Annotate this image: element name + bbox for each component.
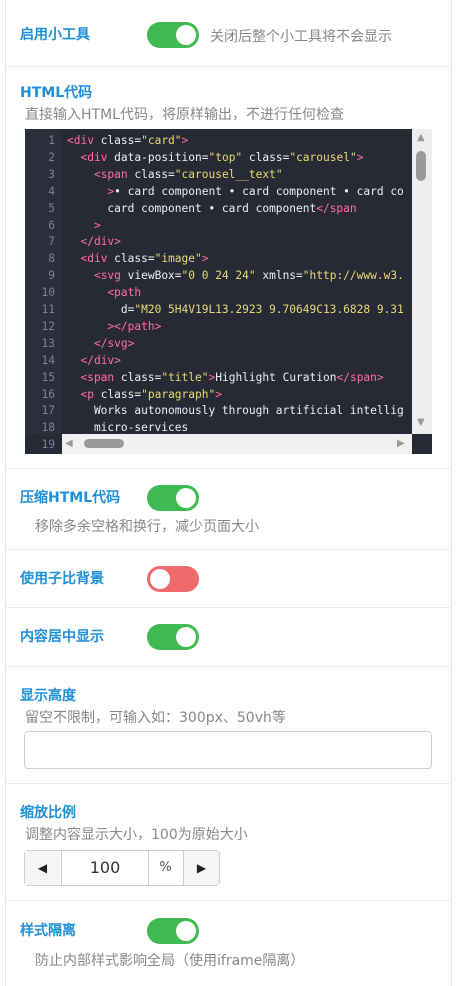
line-number: 6 [48, 218, 55, 232]
scale-stepper[interactable]: ◀ 100 % ▶ [24, 850, 220, 886]
line-number: 9 [48, 269, 55, 283]
enable-tool-title: 启用小工具 [20, 27, 90, 43]
toggle-knob [176, 25, 196, 45]
toggle-knob [176, 627, 196, 647]
section-compress [5, 468, 450, 550]
line-number: 10 [41, 286, 55, 300]
line-number: 4 [48, 184, 55, 198]
scale-title: 缩放比例 [20, 805, 76, 821]
line-number: 15 [41, 370, 55, 384]
enable-tool-toggle[interactable] [147, 22, 199, 48]
height-input[interactable] [24, 731, 432, 769]
ratio-bg-toggle[interactable] [147, 566, 199, 592]
height-title: 显示高度 [20, 688, 76, 704]
line-number: 11 [41, 303, 55, 316]
scroll-down-icon[interactable]: ▼ [417, 417, 425, 428]
code-line: <span class="title">Highlight Curation</… [80, 370, 384, 384]
line-number: 13 [41, 336, 55, 350]
code-line: <svg viewBox="0 0 24 24" xmlns="http://w… [93, 269, 404, 283]
html-code-desc: 直接输入HTML代码，将原样输出，不进行任何检查 [25, 107, 344, 123]
code-line: <span class="carousel__text" [93, 167, 283, 181]
scroll-up-icon[interactable]: ▲ [417, 132, 425, 143]
center-toggle[interactable] [147, 624, 199, 650]
code-line: >• card component • card component • car… [107, 184, 404, 198]
toggle-knob [176, 488, 196, 508]
line-number: 8 [48, 252, 55, 266]
line-number: 19 [41, 438, 55, 452]
scale-unit: % [148, 851, 184, 885]
code-line: </div> [80, 353, 121, 367]
line-number: 17 [41, 404, 55, 418]
line-number: 16 [41, 387, 55, 401]
line-number: 12 [41, 319, 55, 333]
code-line: </svg> [93, 336, 135, 350]
isolation-desc: 防止内部样式影响全局（使用iframe隔离） [35, 953, 305, 969]
scale-desc: 调整内容显示大小，100为原始大小 [25, 827, 248, 843]
code-editor[interactable]: 1 <div class="card"> 2 <div data-position=… [25, 129, 432, 454]
code-line: d="M20 5H4V19L13.2923 9.70649C13.6828 9.… [67, 303, 404, 316]
scale-value[interactable]: 100 [61, 851, 149, 885]
code-line: ></path> [107, 319, 162, 333]
ratio-bg-title: 使用子比背景 [20, 571, 104, 587]
line-number: 1 [48, 134, 55, 147]
line-number: 7 [48, 235, 55, 249]
toggle-knob [176, 921, 196, 941]
code-line: Works autonomously through artificial in… [67, 404, 404, 418]
code-line: > [93, 218, 101, 232]
line-number: 2 [48, 150, 55, 164]
code-line: <div data-position="top" class="carousel… [80, 150, 364, 164]
toggle-knob [150, 569, 170, 589]
decrease-icon[interactable]: ◀ [25, 851, 60, 885]
center-title: 内容居中显示 [20, 629, 104, 645]
line-number: 5 [48, 201, 55, 215]
scroll-right-icon[interactable]: ▶ [397, 438, 405, 449]
compress-toggle[interactable] [147, 485, 199, 511]
line-number: 18 [41, 421, 55, 435]
increase-icon[interactable]: ▶ [184, 851, 219, 885]
code-line: <div class="image"> [80, 252, 209, 266]
compress-title: 压缩HTML代码 [20, 490, 121, 506]
isolation-toggle[interactable] [147, 918, 199, 944]
horizontal-scroll-thumb[interactable] [84, 439, 124, 448]
height-desc: 留空不限制，可输入如：300px、50vh等 [25, 710, 286, 726]
horizontal-scrollbar[interactable]: ◀ ▶ [62, 434, 412, 454]
line-number: 3 [48, 167, 55, 181]
isolation-title: 样式隔离 [20, 923, 76, 939]
code-line: card component • card component</span [67, 201, 357, 215]
code-line: micro-services [67, 421, 189, 435]
code-line: <div class="card"> [67, 134, 189, 147]
line-number: 14 [41, 353, 55, 367]
vertical-scrollbar[interactable]: ▲ ▼ [412, 129, 432, 434]
scroll-left-icon[interactable]: ◀ [65, 438, 73, 449]
vertical-scroll-thumb[interactable] [416, 151, 426, 181]
code-line: </div> [80, 235, 121, 249]
compress-desc: 移除多余空格和换行，减少页面大小 [35, 519, 259, 535]
enable-tool-desc: 关闭后整个小工具将不会显示 [210, 29, 392, 45]
html-code-title: HTML代码 [20, 85, 93, 101]
code-line: <path [107, 286, 142, 300]
code-line: <p class="paragraph"> [80, 387, 222, 401]
